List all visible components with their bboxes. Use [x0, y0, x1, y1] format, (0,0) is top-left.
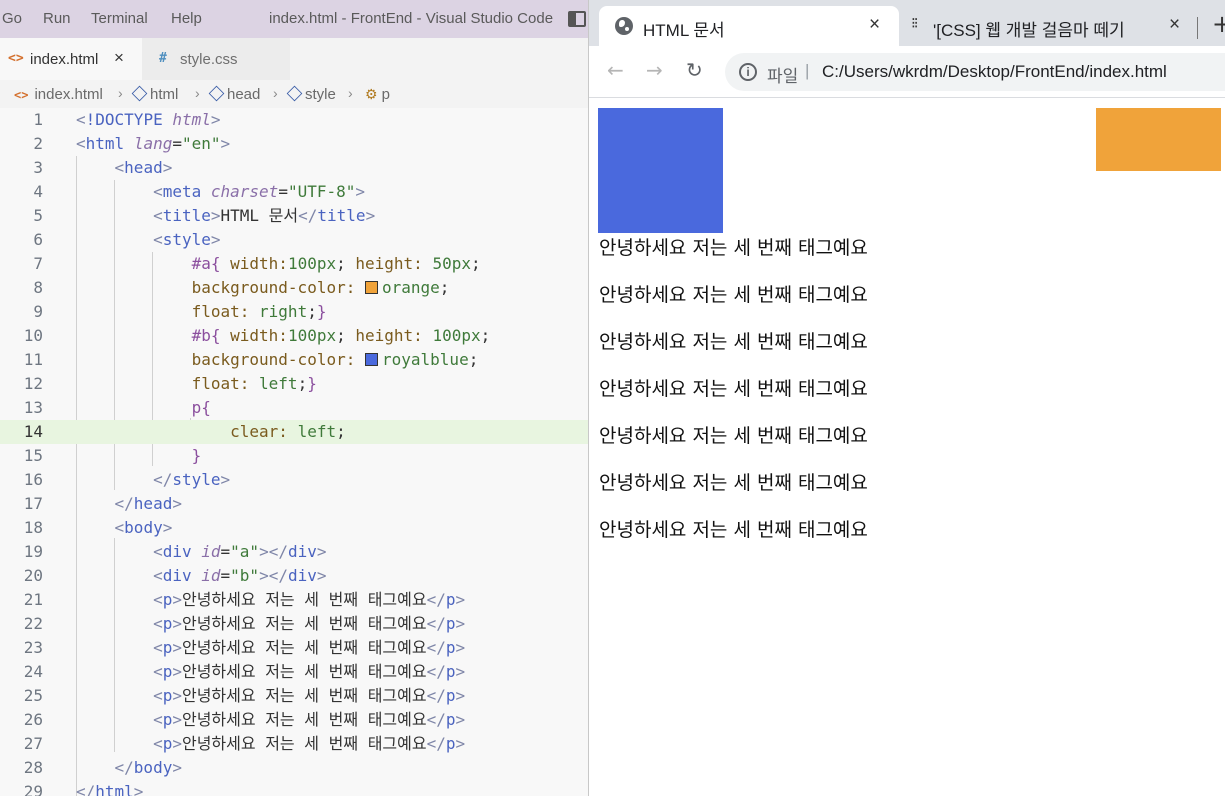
menu-help[interactable]: Help [171, 10, 202, 27]
menu-run[interactable]: Run [43, 10, 71, 27]
paragraph: 안녕하세요 저는 세 번째 태그예요 [599, 284, 868, 306]
paragraph: 안녕하세요 저는 세 번째 태그예요 [599, 472, 868, 494]
close-icon[interactable]: × [114, 48, 124, 68]
code-line: 7 #a{ width:100px; height: 50px; [33, 254, 481, 273]
code-line: 16 </style> [23, 470, 231, 489]
code-line: 20 <div id="b"></div> [23, 566, 327, 585]
chevron-right-icon: › [273, 85, 278, 101]
chrome-window: HTML 문서 × ⁝⁝ '[CSS] 웹 개발 걸음마 떼기 × + ← → … [588, 0, 1225, 796]
orange-box [1096, 108, 1221, 171]
code-line: 9 float: right;} [33, 302, 327, 321]
code-line: 8 background-color: orange; [33, 278, 450, 297]
code-line-current: 14 clear: left; [0, 420, 588, 444]
css-file-icon: # [159, 51, 167, 66]
new-tab-button[interactable]: + [1212, 10, 1225, 38]
code-line: 12 float: left;} [23, 374, 317, 393]
forward-button[interactable]: → [646, 58, 663, 82]
code-line: 29 </html> [23, 782, 144, 796]
code-line: 3 <head> [33, 158, 173, 177]
royalblue-box [598, 108, 723, 233]
globe-icon [615, 17, 633, 35]
editor-tabbar: <> index.html × # style.css [0, 38, 588, 80]
code-line: 25 <p>안녕하세요 저는 세 번째 태그예요</p> [23, 686, 466, 705]
code-line: 1 <!DOCTYPE html> [33, 110, 221, 129]
paragraph: 안녕하세요 저는 세 번째 태그예요 [599, 519, 868, 541]
html-file-icon: <> [14, 88, 29, 102]
chrome-toolbar: ← → ↻ i 파일 | C:/Users/wkrdm/Desktop/Fron… [589, 46, 1225, 98]
code-line: 19 <div id="a"></div> [23, 542, 327, 561]
code-line: 15 } [23, 446, 202, 465]
paragraph: 안녕하세요 저는 세 번째 태그예요 [599, 378, 868, 400]
chrome-tab-label: HTML 문서 [643, 21, 725, 40]
close-icon[interactable]: × [1169, 14, 1180, 36]
color-swatch-royalblue[interactable] [365, 353, 378, 366]
tab-divider [1197, 17, 1198, 39]
chevron-right-icon: › [195, 85, 200, 101]
code-line: 6 <style> [33, 230, 221, 249]
code-line: 28 </body> [23, 758, 182, 777]
code-line: 24 <p>안녕하세요 저는 세 번째 태그예요</p> [23, 662, 466, 681]
code-editor[interactable]: 1 <!DOCTYPE html> 2 <html lang="en"> 3 <he… [0, 108, 588, 796]
tab-style-css[interactable]: # style.css [142, 38, 290, 80]
address-bar[interactable]: i 파일 | C:/Users/wkrdm/Desktop/FrontEnd/i… [725, 53, 1225, 91]
code-line: 10 #b{ width:100px; height: 100px; [23, 326, 491, 345]
code-line: 18 <body> [23, 518, 173, 537]
page-viewport: 안녕하세요 저는 세 번째 태그예요 안녕하세요 저는 세 번째 태그예요 안녕… [589, 98, 1225, 796]
code-line: 5 <title>HTML 문서</title> [33, 206, 376, 225]
window-title: index.html - FrontEnd - Visual Studio Co… [269, 10, 554, 27]
tab-label: style.css [180, 51, 238, 68]
element-icon [286, 85, 303, 102]
menu-terminal[interactable]: Terminal [91, 10, 148, 27]
address-separator: | [805, 61, 810, 80]
back-button[interactable]: ← [607, 58, 624, 82]
tab-label: index.html [30, 51, 99, 68]
code-line: 4 <meta charset="UTF-8"> [33, 182, 366, 201]
code-line: 11 background-color: royalblue; [23, 350, 479, 369]
breadcrumb-style[interactable]: style [286, 85, 336, 103]
chrome-tab-label: '[CSS] 웹 개발 걸음마 떼기 [933, 21, 1125, 40]
vscode-window: Go Run Terminal Help index.html - FrontE… [0, 0, 588, 796]
breadcrumb: <> index.html › html › head › style › ⚙ p [0, 82, 588, 108]
property-icon: ⚙ [365, 86, 378, 102]
address-url[interactable]: C:/Users/wkrdm/Desktop/FrontEnd/index.ht… [822, 62, 1167, 82]
dots-icon: ⁝⁝ [911, 15, 918, 32]
chrome-tabstrip: HTML 문서 × ⁝⁝ '[CSS] 웹 개발 걸음마 떼기 × + [589, 0, 1225, 46]
paragraph: 안녕하세요 저는 세 번째 태그예요 [599, 425, 868, 447]
code-line: 21 <p>안녕하세요 저는 세 번째 태그예요</p> [23, 590, 466, 609]
close-icon[interactable]: × [869, 14, 880, 36]
code-line: 22 <p>안녕하세요 저는 세 번째 태그예요</p> [23, 614, 466, 633]
breadcrumb-head[interactable]: head [208, 85, 260, 103]
menu-go[interactable]: Go [2, 10, 22, 27]
breadcrumb-index-html[interactable]: <> index.html [14, 86, 103, 103]
chrome-tab-html-document[interactable]: HTML 문서 × [599, 6, 899, 46]
reload-button[interactable]: ↻ [686, 58, 703, 82]
element-icon [131, 85, 148, 102]
code-line: 27 <p>안녕하세요 저는 세 번째 태그예요</p> [23, 734, 466, 753]
address-scheme: 파일 [767, 67, 799, 86]
paragraph: 안녕하세요 저는 세 번째 태그예요 [599, 237, 868, 259]
code-line: 2 <html lang="en"> [33, 134, 231, 153]
toggle-layout-icon[interactable] [568, 11, 586, 27]
code-line: 13 p{ [23, 398, 211, 417]
chevron-right-icon: › [348, 85, 353, 101]
breadcrumb-html[interactable]: html [131, 85, 178, 103]
element-icon [208, 85, 225, 102]
code-line: 23 <p>안녕하세요 저는 세 번째 태그예요</p> [23, 638, 466, 657]
chrome-tab-css-tutorial[interactable]: ⁝⁝ '[CSS] 웹 개발 걸음마 떼기 × [899, 6, 1199, 46]
tab-index-html[interactable]: <> index.html × [0, 38, 142, 80]
code-line: 26 <p>안녕하세요 저는 세 번째 태그예요</p> [23, 710, 466, 729]
info-icon[interactable]: i [739, 63, 757, 81]
code-line: 17 </head> [23, 494, 182, 513]
breadcrumb-p[interactable]: ⚙ p [365, 86, 390, 103]
color-swatch-orange[interactable] [365, 281, 378, 294]
vscode-titlebar: Go Run Terminal Help index.html - FrontE… [0, 0, 588, 38]
html-file-icon: <> [8, 51, 24, 66]
paragraph: 안녕하세요 저는 세 번째 태그예요 [599, 331, 868, 353]
chevron-right-icon: › [118, 85, 123, 101]
